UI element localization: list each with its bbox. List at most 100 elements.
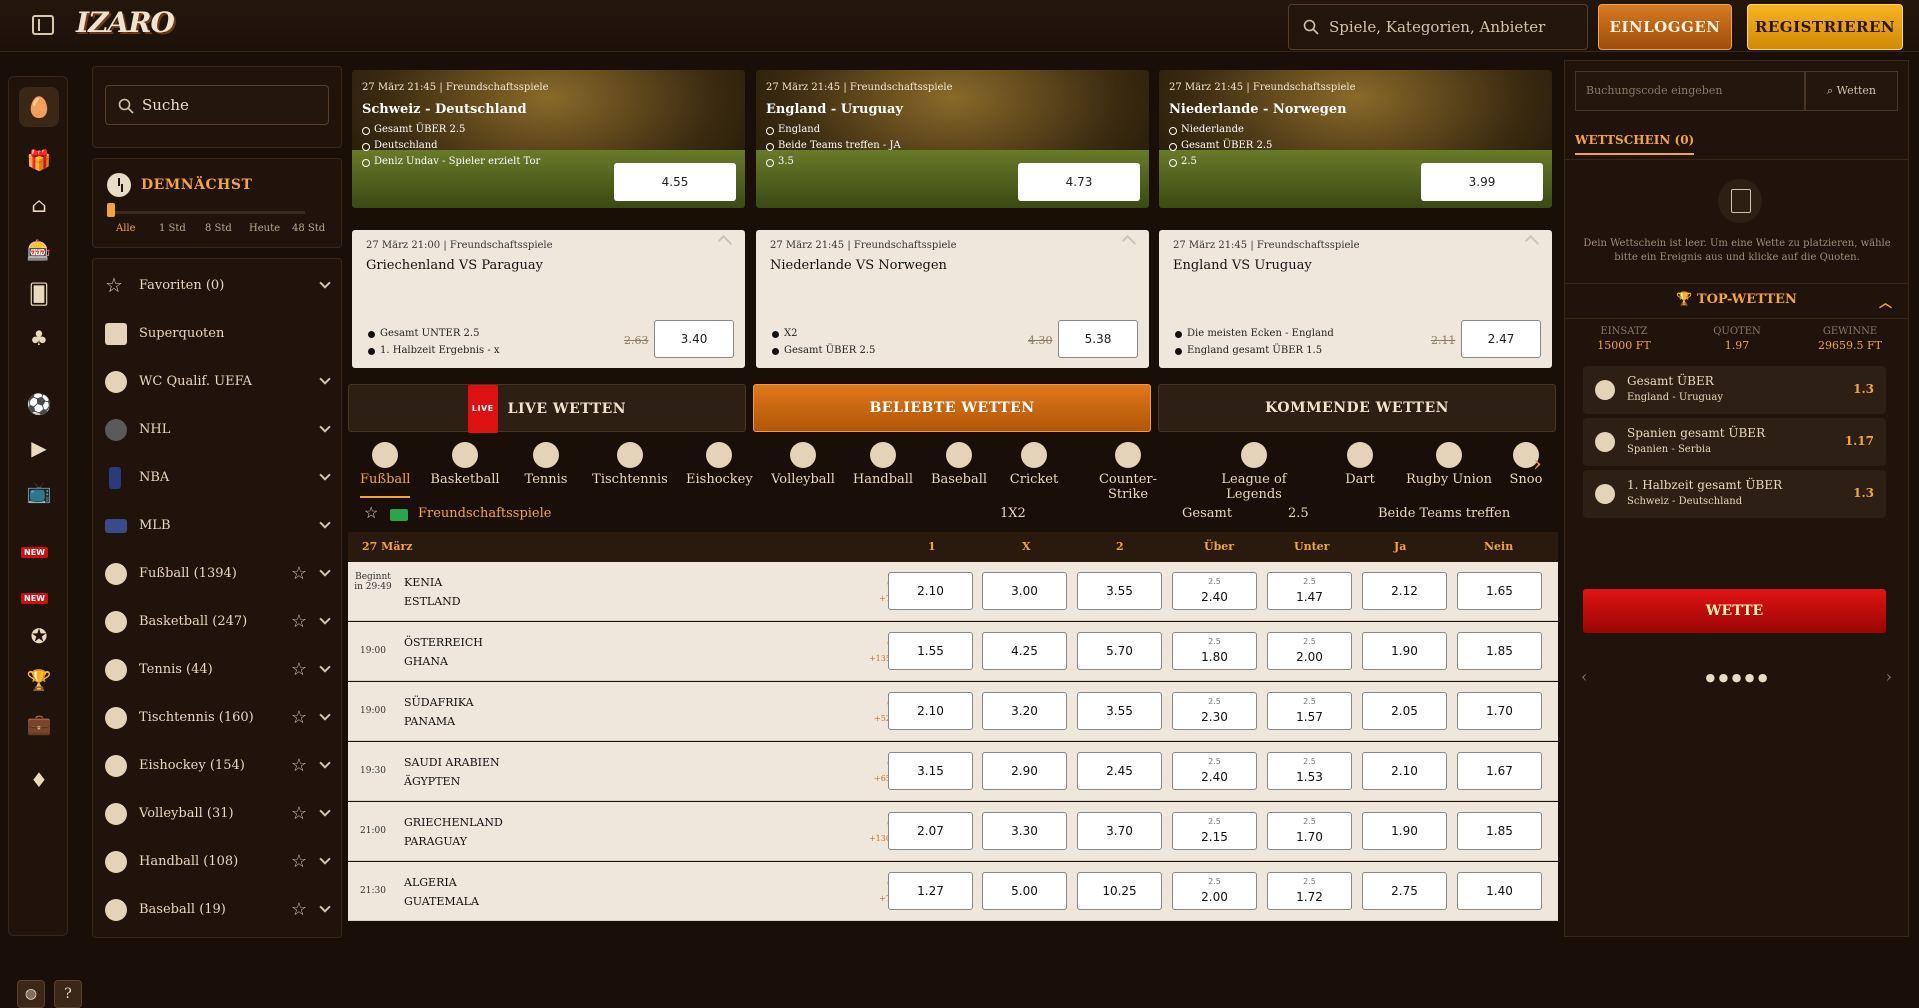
live-tv-icon[interactable]: 📺 [22, 475, 56, 509]
table-row[interactable]: 19:00ÖSTERREICHGHANA+1358🔥1.554.255.702.… [348, 622, 1558, 681]
sidebar-item-football[interactable]: Fußball (1394) ☆ [93, 551, 343, 599]
star-icon[interactable]: ☆ [291, 755, 307, 776]
sidebar-item-favorites[interactable]: ☆ Favoriten (0) [93, 263, 343, 311]
time-slider-handle[interactable] [107, 203, 115, 217]
sidebar-item-nhl[interactable]: NHL [93, 407, 343, 455]
odd-button[interactable]: 1.40 [1457, 872, 1542, 910]
odd-button[interactable]: 1.27 [888, 872, 973, 910]
menu-toggle-icon[interactable] [32, 15, 54, 35]
register-button[interactable]: REGISTRIEREN [1747, 4, 1903, 50]
odd-button[interactable]: 2.05 [1362, 692, 1447, 730]
sidebar-item-tennis[interactable]: Tennis (44) ☆ [93, 647, 343, 695]
sidebar-item-volleyball[interactable]: Volleyball (31) ☆ [93, 791, 343, 839]
event-card[interactable]: 27 März 21:45 | Freundschaftsspiele Nied… [756, 230, 1149, 368]
odd-button[interactable]: 5.00 [982, 872, 1067, 910]
sport-tab-tennis[interactable]: Tennis [520, 442, 572, 494]
odd-button[interactable]: 3.00 [982, 572, 1067, 610]
odd-button[interactable]: 3.70 [1077, 812, 1162, 850]
sidebar-item-basketball[interactable]: Basketball (247) ☆ [93, 599, 343, 647]
tab-upcoming-bets[interactable]: KOMMENDE WETTEN [1158, 384, 1556, 432]
odd-button[interactable]: 2.5 1.72 [1267, 872, 1352, 910]
table-row[interactable]: 21:30ALGERIAGUATEMALA+78🔥1.275.0010.252.… [348, 862, 1558, 921]
market-select-line[interactable]: 2.5 [1288, 506, 1309, 521]
odd-button[interactable]: 2.10 [888, 692, 973, 730]
clover-icon[interactable]: ♣ [22, 321, 56, 355]
gift-icon[interactable]: 🎁 [22, 143, 56, 177]
odd-button[interactable]: 1.90 [1362, 812, 1447, 850]
booking-code-input[interactable]: Buchungscode eingeben [1575, 71, 1805, 111]
tab-live-bets[interactable]: LIVE LIVE WETTEN [348, 384, 746, 433]
sport-tab-basketball[interactable]: Basketball [430, 442, 500, 494]
carousel-dots[interactable]: ● ● ● ● ● [1565, 671, 1908, 684]
login-button[interactable]: EINLOGGEN [1598, 4, 1732, 50]
odd-button[interactable]: 1.85 [1457, 632, 1542, 670]
top-bet-item[interactable]: Spanien gesamt ÜBER Spanien - Serbia 1.17 [1583, 418, 1886, 466]
time-tick[interactable]: 48 Std [292, 223, 325, 234]
promo-odd-button[interactable]: 3.99 [1421, 163, 1543, 201]
time-tick[interactable]: Heute [249, 223, 280, 234]
help-icon[interactable]: ? [54, 980, 82, 1008]
sport-tab-baseball[interactable]: Baseball [930, 442, 988, 494]
odd-button[interactable]: 2.10 [888, 572, 973, 610]
sport-tab-football[interactable]: Fußball [360, 442, 410, 498]
odd-button[interactable]: 2.5 2.00 [1267, 632, 1352, 670]
time-tick[interactable]: Alle [116, 223, 136, 234]
top-bets-title[interactable]: 🏆 TOP-WETTEN ︿ [1565, 292, 1908, 311]
odd-button[interactable]: 3.30 [982, 812, 1067, 850]
odd-button[interactable]: 4.25 [982, 632, 1067, 670]
table-row[interactable]: 19:00SÜDAFRIKAPANAMA+526🔥2.103.203.552.5… [348, 682, 1558, 741]
sidebar-item-baseball[interactable]: Baseball (19) ☆ [93, 887, 343, 935]
badge-icon[interactable]: ✪ [22, 619, 56, 653]
time-slider[interactable] [107, 211, 305, 214]
chevron-right-icon[interactable]: › [1533, 452, 1551, 478]
promo-odd-button[interactable]: 4.55 [614, 163, 736, 201]
time-tick[interactable]: 1 Std [159, 223, 186, 234]
star-icon[interactable]: ☆ [291, 611, 307, 632]
sidebar-item-nba[interactable]: NBA [93, 455, 343, 503]
promo-card[interactable]: 27 März 21:45 | Freundschaftsspiele Schw… [352, 70, 745, 208]
video-icon[interactable]: ▶ [22, 431, 56, 465]
star-icon[interactable]: ☆ [291, 851, 307, 872]
odd-button[interactable]: 1.65 [1457, 572, 1542, 610]
odd-button[interactable]: 5.70 [1077, 632, 1162, 670]
sport-tab-volleyball[interactable]: Volleyball [768, 442, 838, 494]
odd-button[interactable]: 1.55 [888, 632, 973, 670]
booking-code-button[interactable]: ⌕ Wetten [1805, 71, 1898, 111]
odd-button[interactable]: 2.5 1.70 [1267, 812, 1352, 850]
sidebar-item-wc-qualif[interactable]: WC Qualif. UEFA [93, 359, 343, 407]
briefcase-icon[interactable]: 💼 [22, 707, 56, 741]
star-icon[interactable]: ☆ [291, 803, 307, 824]
sport-tab-cricket[interactable]: Cricket [1006, 442, 1062, 494]
event-odd-button[interactable]: 5.38 [1058, 320, 1138, 358]
place-bet-button[interactable]: WETTE [1583, 589, 1886, 633]
odd-button[interactable]: 2.90 [982, 752, 1067, 790]
sport-tab-league-of-legends[interactable]: League of Legends [1192, 442, 1316, 502]
promo-card[interactable]: 27 März 21:45 | Freundschaftsspiele Nied… [1159, 70, 1552, 208]
sport-tab-rugby-union[interactable]: Rugby Union [1400, 442, 1498, 494]
odd-button[interactable]: 3.20 [982, 692, 1067, 730]
odd-button[interactable]: 2.5 1.80 [1172, 632, 1257, 670]
diamond-icon[interactable]: ♦ [22, 763, 56, 797]
table-row[interactable]: 19:30SAUDI ARABIENÄGYPTEN+652🔥3.152.902.… [348, 742, 1558, 801]
top-bet-item[interactable]: 1. Halbzeit gesamt ÜBER Schweiz - Deutsch… [1583, 470, 1886, 518]
table-row[interactable]: 21:00GRIECHENLANDPARAGUAY+1309🔥2.073.303… [348, 802, 1558, 861]
sports-ball-icon[interactable]: ⚽ [22, 387, 56, 421]
tab-popular-bets[interactable]: BELIEBTE WETTEN [753, 384, 1151, 432]
odd-button[interactable]: 1.90 [1362, 632, 1447, 670]
odd-button[interactable]: 2.5 2.30 [1172, 692, 1257, 730]
odd-button[interactable]: 3.15 [888, 752, 973, 790]
sidebar-item-mlb[interactable]: MLB [93, 503, 343, 551]
trophy-icon[interactable]: 🏆 [22, 663, 56, 697]
odd-button[interactable]: 2.5 2.15 [1172, 812, 1257, 850]
event-card[interactable]: 27 März 21:00 | Freundschaftsspiele Grie… [352, 230, 745, 368]
star-icon[interactable]: ☆ [291, 707, 307, 728]
odd-button[interactable]: 2.5 2.40 [1172, 572, 1257, 610]
odd-button[interactable]: 2.45 [1077, 752, 1162, 790]
odd-button[interactable]: 2.75 [1362, 872, 1447, 910]
star-icon[interactable]: ☆ [291, 659, 307, 680]
odd-button[interactable]: 2.5 1.57 [1267, 692, 1352, 730]
logo[interactable]: IZARO [76, 6, 175, 39]
tab-bet-slip[interactable]: WETTSCHEIN (0) [1575, 133, 1695, 155]
sport-tab-dart[interactable]: Dart [1336, 442, 1384, 494]
market-select-1x2[interactable]: 1X2 [1000, 506, 1026, 521]
